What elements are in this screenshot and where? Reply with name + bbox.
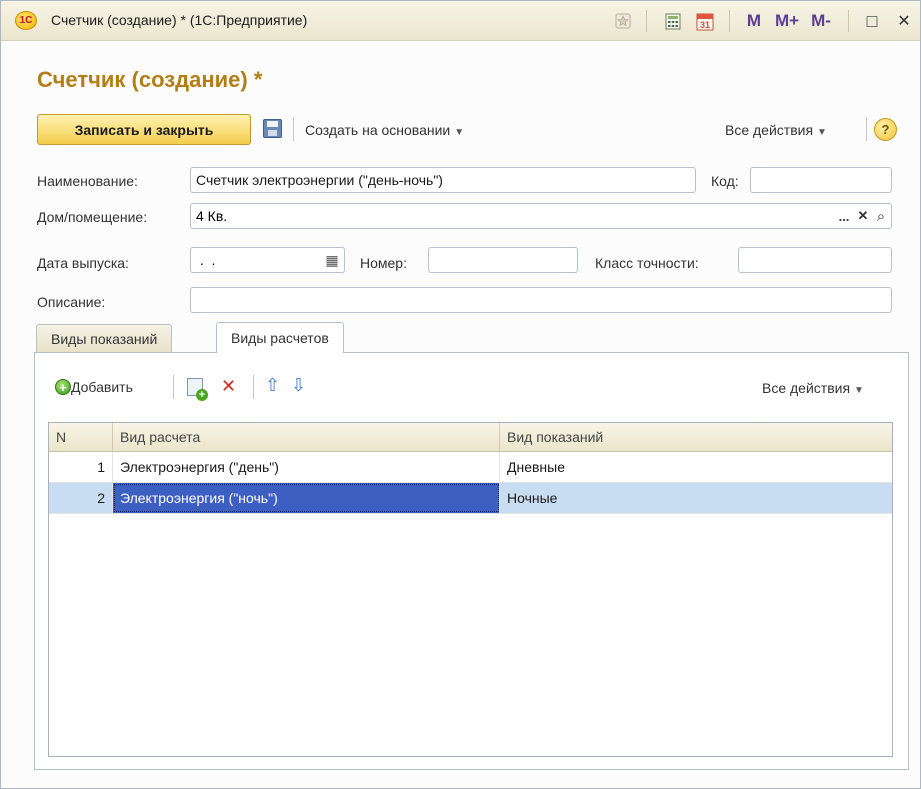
table-row-selected[interactable]: 2 Электроэнергия ("ночь") Ночные: [49, 483, 892, 514]
description-input[interactable]: [190, 287, 892, 313]
column-header-n[interactable]: N: [49, 423, 113, 451]
create-based-on-button[interactable]: Создать на основании ▼: [305, 122, 464, 138]
chevron-down-icon: ▼: [854, 385, 864, 396]
restore-window-icon[interactable]: □: [861, 11, 883, 31]
toolbar-separator: [293, 117, 294, 141]
delete-icon[interactable]: ✕: [221, 376, 236, 397]
app-logo-icon[interactable]: 1С: [15, 11, 37, 30]
number-input[interactable]: [428, 247, 578, 273]
clear-icon[interactable]: ✕: [854, 204, 872, 228]
calendar-picker-icon[interactable]: ▦: [323, 248, 341, 272]
open-icon[interactable]: ⌕: [872, 204, 890, 228]
toolbar-separator: [646, 10, 647, 32]
move-up-icon[interactable]: ⇧: [265, 375, 280, 396]
calc-type-cell[interactable]: Электроэнергия ("ночь"): [113, 483, 500, 513]
row-number: 1: [49, 452, 113, 482]
add-icon[interactable]: +: [55, 379, 71, 395]
chevron-down-icon: ▼: [454, 127, 465, 138]
toolbar-separator: [848, 10, 849, 32]
toolbar-separator: [253, 375, 254, 399]
release-date-input[interactable]: [191, 248, 319, 272]
favorite-star-icon[interactable]: [613, 11, 633, 31]
reading-type-cell[interactable]: Дневные: [500, 452, 894, 482]
save-and-close-button[interactable]: Записать и закрыть: [37, 114, 251, 145]
tab-calculation-types[interactable]: Виды расчетов: [216, 322, 344, 353]
house-field[interactable]: ... ✕ ⌕: [190, 203, 892, 229]
code-label: Код:: [711, 173, 739, 189]
toolbar-separator: [866, 117, 867, 141]
create-based-on-label: Создать на основании: [305, 122, 451, 138]
data-table[interactable]: N Вид расчета Вид показаний 1 Электроэне…: [48, 422, 893, 757]
close-window-icon[interactable]: ✕: [893, 11, 915, 31]
add-button[interactable]: Добавить: [71, 379, 133, 395]
all-actions-button[interactable]: Все действия ▼: [725, 122, 827, 138]
copy-icon[interactable]: [187, 378, 208, 401]
all-actions-label: Все действия: [725, 122, 814, 138]
save-icon[interactable]: [263, 119, 282, 138]
row-number: 2: [49, 483, 113, 513]
table-all-actions-label: Все действия: [762, 380, 851, 396]
calculator-icon[interactable]: [663, 11, 683, 31]
calendar-day-text: 31: [700, 20, 710, 30]
app-window: 1С Счетчик (создание) * (1С:Предприятие)…: [0, 0, 921, 789]
name-label: Наименование:: [37, 173, 138, 189]
table-all-actions-button[interactable]: Все действия ▼: [762, 380, 864, 396]
description-label: Описание:: [37, 294, 106, 310]
calc-type-cell[interactable]: Электроэнергия ("день"): [113, 452, 500, 482]
column-header-reading-type[interactable]: Вид показаний: [500, 423, 894, 451]
code-input[interactable]: [750, 167, 892, 193]
tab-readings-types[interactable]: Виды показаний: [36, 324, 173, 353]
calendar-icon[interactable]: 31: [695, 11, 715, 31]
help-icon[interactable]: ?: [874, 118, 897, 141]
accuracy-input[interactable]: [738, 247, 892, 273]
memory-plus-button[interactable]: M+: [773, 11, 801, 31]
accuracy-label: Класс точности:: [595, 255, 699, 271]
number-label: Номер:: [360, 255, 407, 271]
name-input[interactable]: [190, 167, 696, 193]
toolbar-separator: [729, 10, 730, 32]
memory-m-button[interactable]: M: [745, 11, 763, 31]
form-title: Счетчик (создание) *: [37, 67, 263, 92]
table-header: N Вид расчета Вид показаний: [49, 423, 892, 452]
memory-minus-button[interactable]: M-: [809, 11, 833, 31]
move-down-icon[interactable]: ⇩: [291, 375, 306, 396]
select-button[interactable]: ...: [835, 204, 853, 228]
toolbar-separator: [173, 375, 174, 399]
house-label: Дом/помещение:: [37, 209, 148, 225]
house-input[interactable]: [191, 204, 831, 228]
table-row[interactable]: 1 Электроэнергия ("день") Дневные: [49, 452, 892, 483]
column-header-calc-type[interactable]: Вид расчета: [113, 423, 500, 451]
reading-type-cell[interactable]: Ночные: [500, 483, 894, 513]
release-date-label: Дата выпуска:: [37, 255, 129, 271]
chevron-down-icon: ▼: [817, 127, 827, 138]
release-date-field[interactable]: ▦: [190, 247, 345, 273]
window-title: Счетчик (создание) * (1С:Предприятие): [51, 12, 308, 28]
title-bar[interactable]: 1С Счетчик (создание) * (1С:Предприятие)…: [1, 1, 920, 41]
